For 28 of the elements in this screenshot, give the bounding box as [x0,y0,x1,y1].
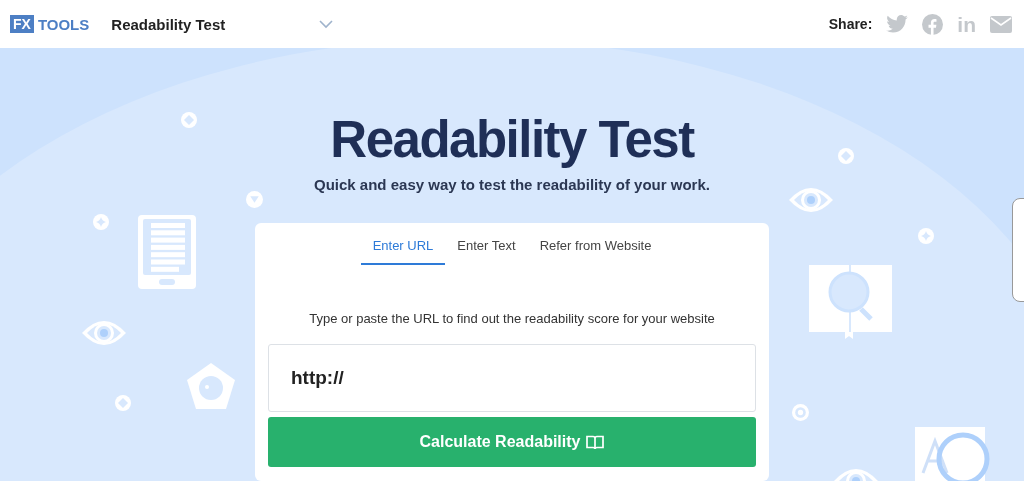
logo-text[interactable]: TOOLS [37,15,90,33]
pentagon-icon [187,363,235,409]
sparkle-icon [918,228,934,244]
mail-icon[interactable] [990,15,1012,33]
url-field[interactable]: http:// [268,344,756,412]
bird-icon[interactable] [886,15,909,33]
page-title: Readability Test [330,110,694,170]
book-icon [586,434,605,450]
eye-icon [788,185,834,215]
instruction-text: Type or paste the URL to find out the readability score for your website [309,311,715,326]
share-label: Share: [828,16,873,32]
diamond-icon [115,395,131,411]
subtitle: Quick and easy way to test the readability of your work. [314,176,710,194]
tablet-icon [138,215,196,289]
calculate-button[interactable]: Calculate Readability [268,417,756,467]
tab[interactable]: Refer from Website [527,233,664,265]
eye-icon [81,318,127,348]
tab[interactable]: Enter URL [360,233,446,265]
f-circle-icon[interactable] [922,13,944,35]
chevron-down-icon[interactable] [319,19,334,29]
tool-select[interactable]: Readability Test [111,15,226,33]
diamond-icon [181,112,197,128]
tab[interactable]: Enter Text [445,233,528,265]
sparkle-icon [93,214,109,230]
book-magnifier-icon [809,265,892,339]
ring-icon [792,404,809,421]
diamond-icon [838,148,854,164]
logo-mark[interactable]: FX [10,15,34,33]
